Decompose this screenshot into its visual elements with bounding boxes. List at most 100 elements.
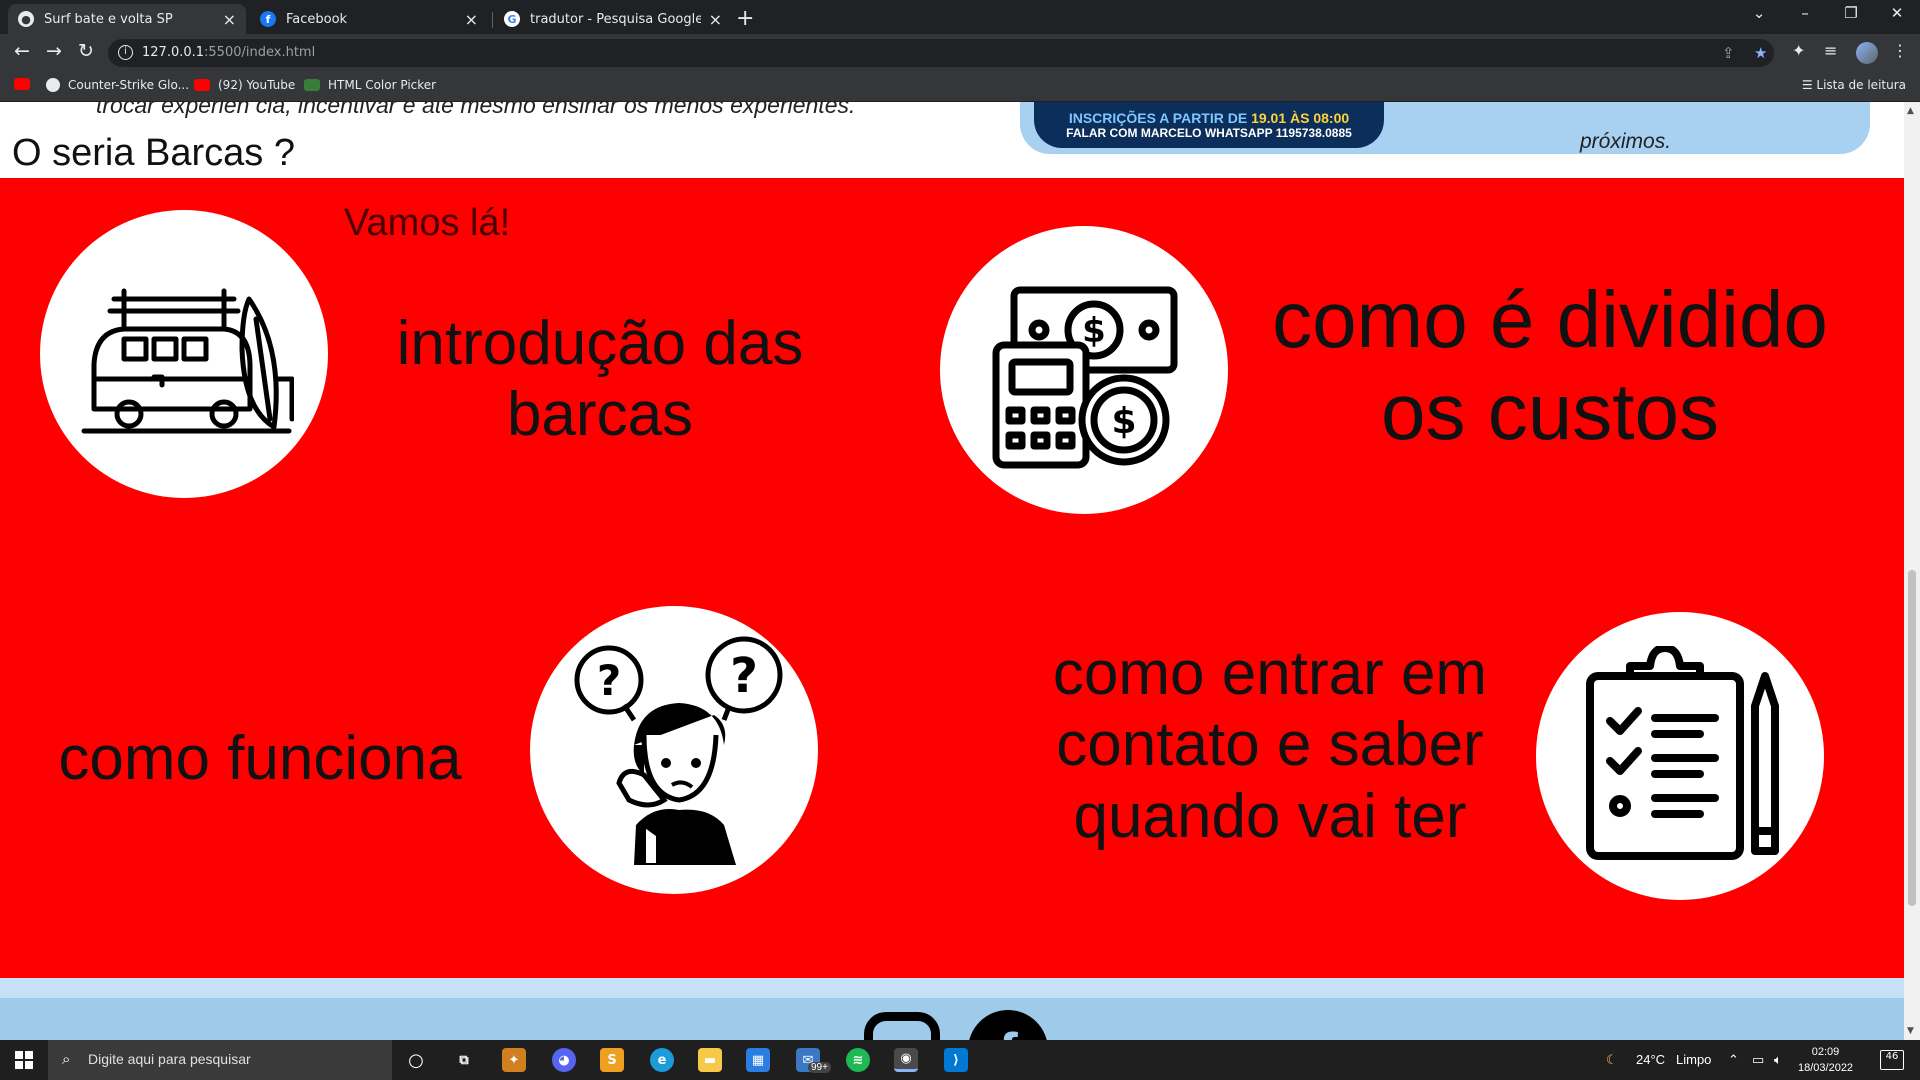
svg-text:?: ? <box>730 648 758 704</box>
weather-moon-icon[interactable]: ☾ <box>1606 1052 1618 1068</box>
cortana-icon[interactable]: ○ <box>404 1048 428 1072</box>
forward-icon[interactable]: → <box>42 40 66 62</box>
page-viewport: trocar experiên cia, incentivar e até me… <box>0 102 1904 1040</box>
card-contact-text[interactable]: como entrar em contato e saber quando va… <box>1010 638 1530 852</box>
clipboard-circle[interactable] <box>1536 612 1824 900</box>
bookmark-star-icon[interactable]: ★ <box>1754 44 1767 62</box>
notification-center-icon[interactable]: 46 <box>1880 1050 1904 1070</box>
close-tab-icon[interactable]: × <box>465 10 478 29</box>
youtube-icon <box>194 79 210 91</box>
card-line: introdução das <box>396 309 804 378</box>
vscode-app-icon[interactable]: ⟩ <box>944 1048 968 1072</box>
clock-date: 18/03/2022 <box>1798 1062 1854 1074</box>
search-icon: ⌕ <box>62 1050 71 1068</box>
extensions-icon[interactable]: ✦ <box>1792 41 1805 60</box>
store-app-icon[interactable]: ▦ <box>746 1048 770 1072</box>
close-window-icon[interactable]: ✕ <box>1882 4 1912 22</box>
svg-text:?: ? <box>597 656 621 705</box>
discord-app-icon[interactable]: ◕ <box>552 1048 576 1072</box>
instagram-icon[interactable] <box>864 1012 940 1040</box>
address-bar[interactable]: i 127.0.0.1:5500/index.html ⇪ ★ <box>108 39 1774 67</box>
volume-icon[interactable]: 🔈︎ <box>1774 1052 1782 1068</box>
media-control-icon[interactable]: ≡ <box>1824 41 1837 60</box>
facebook-icon[interactable]: f <box>968 1010 1048 1040</box>
weather-desc[interactable]: Limpo <box>1676 1052 1711 1067</box>
new-tab-icon[interactable]: + <box>736 6 754 31</box>
chrome-app-icon[interactable]: ◉ <box>894 1048 918 1072</box>
clock-time: 02:09 <box>1811 1046 1840 1058</box>
bookmark-youtube-icon-only[interactable] <box>14 78 38 90</box>
section-title: O seria Barcas ? <box>12 132 295 174</box>
share-icon[interactable]: ⇪ <box>1722 44 1735 62</box>
menu-icon[interactable]: ⋮ <box>1892 41 1908 60</box>
event-poster: INSCRIÇÕES A PARTIR DE 19.01 ÀS 08:00 FA… <box>1020 102 1870 154</box>
poster-line-2: FALAR COM MARCELO WHATSAPP 1195738.0885 <box>1066 126 1352 140</box>
back-icon[interactable]: ← <box>10 40 34 62</box>
sublime-app-icon[interactable]: S <box>600 1048 624 1072</box>
close-tab-icon[interactable]: × <box>709 10 722 29</box>
scroll-up-icon[interactable]: ▲ <box>1907 106 1914 116</box>
bookmarks-bar: Counter-Strike Glo... (92) YouTube HTML … <box>0 70 1920 102</box>
network-icon[interactable]: ▭ <box>1752 1052 1764 1068</box>
taskbar-clock[interactable]: 02:09 18/03/2022 <box>1798 1044 1853 1076</box>
windows-logo-icon <box>15 1051 33 1069</box>
spotify-app-icon[interactable]: ≋ <box>846 1048 870 1072</box>
task-view-icon[interactable]: ⧉ <box>452 1048 476 1072</box>
youtube-icon <box>14 78 30 90</box>
bookmark-label: HTML Color Picker <box>328 78 437 92</box>
poster-banner: INSCRIÇÕES A PARTIR DE 19.01 ÀS 08:00 FA… <box>1034 102 1384 148</box>
profile-avatar[interactable] <box>1856 42 1878 64</box>
browser-toolbar: ← → ↻ i 127.0.0.1:5500/index.html ⇪ ★ ✦ … <box>0 34 1920 70</box>
bookmark-youtube[interactable]: (92) YouTube <box>194 78 295 92</box>
card-intro-text[interactable]: introdução das barcas <box>300 308 900 451</box>
tab-surf[interactable]: ● Surf bate e volta SP × <box>8 4 246 34</box>
site-info-icon[interactable]: i <box>118 45 133 60</box>
card-how-text[interactable]: como funciona <box>40 723 480 794</box>
tab-title: Facebook <box>286 11 348 27</box>
clipboard-checklist-icon <box>1586 646 1779 860</box>
tab-facebook[interactable]: f Facebook × <box>250 4 488 34</box>
tab-google[interactable]: G tradutor - Pesquisa Google × <box>494 4 732 34</box>
reading-list-label: Lista de leitura <box>1816 78 1906 92</box>
svg-text:$: $ <box>1111 401 1136 442</box>
search-placeholder: Digite aqui para pesquisar <box>88 1051 251 1067</box>
file-explorer-icon[interactable]: ▬ <box>698 1048 722 1072</box>
scroll-down-icon[interactable]: ▼ <box>1907 1026 1914 1036</box>
previous-paragraph: trocar experiên cia, incentivar e até me… <box>96 102 856 118</box>
card-line: os custos <box>1381 367 1719 456</box>
show-hidden-icons[interactable]: ⌃ <box>1728 1052 1739 1068</box>
csgo-app-icon[interactable]: ✦ <box>502 1048 526 1072</box>
close-tab-icon[interactable]: × <box>223 10 236 29</box>
money-circle[interactable]: $ $ <box>940 226 1228 514</box>
taskbar-search[interactable]: ⌕ Digite aqui para pesquisar <box>48 1040 392 1080</box>
card-line: como funciona <box>58 724 462 793</box>
bookmark-counter-strike[interactable]: Counter-Strike Glo... <box>46 78 189 92</box>
vamos-la-text: Vamos lá! <box>344 202 511 244</box>
scroll-thumb[interactable] <box>1908 570 1916 906</box>
minimize-icon[interactable]: – <box>1790 4 1820 22</box>
reading-list-button[interactable]: ☰ Lista de leitura <box>1802 78 1906 92</box>
card-line: quando vai ter <box>1073 781 1467 851</box>
bookmark-color-picker[interactable]: HTML Color Picker <box>304 78 436 92</box>
bookmark-label: Counter-Strike Glo... <box>68 78 190 92</box>
tab-search-icon[interactable]: ⌄ <box>1744 4 1774 22</box>
van-circle[interactable] <box>40 210 328 498</box>
poster-side-text: próximos. <box>1580 130 1672 153</box>
url-text: 127.0.0.1:5500/index.html <box>142 45 316 60</box>
tab-separator <box>492 12 493 28</box>
card-costs-text[interactable]: como é dividido os custos <box>1250 274 1850 458</box>
page-footer: f <box>0 978 1904 1040</box>
page-scrollbar[interactable]: ▲ ▼ <box>1904 102 1920 1040</box>
confused-person-icon: ? ? <box>574 636 783 865</box>
google-icon: G <box>504 11 520 27</box>
reload-icon[interactable]: ↻ <box>74 40 98 62</box>
card-line: como é dividido <box>1272 275 1828 364</box>
money-calculator-icon: $ $ <box>992 286 1178 469</box>
start-button[interactable] <box>0 1040 48 1080</box>
confused-circle[interactable]: ? ? <box>530 606 818 894</box>
tab-title: tradutor - Pesquisa Google <box>530 11 701 27</box>
restore-icon[interactable]: ❐ <box>1836 4 1866 22</box>
edge-app-icon[interactable]: e <box>650 1048 674 1072</box>
windows-taskbar: ⌕ Digite aqui para pesquisar ○ ⧉ ✦ ◕ S e… <box>0 1040 1920 1080</box>
weather-temp[interactable]: 24°C <box>1636 1052 1665 1067</box>
